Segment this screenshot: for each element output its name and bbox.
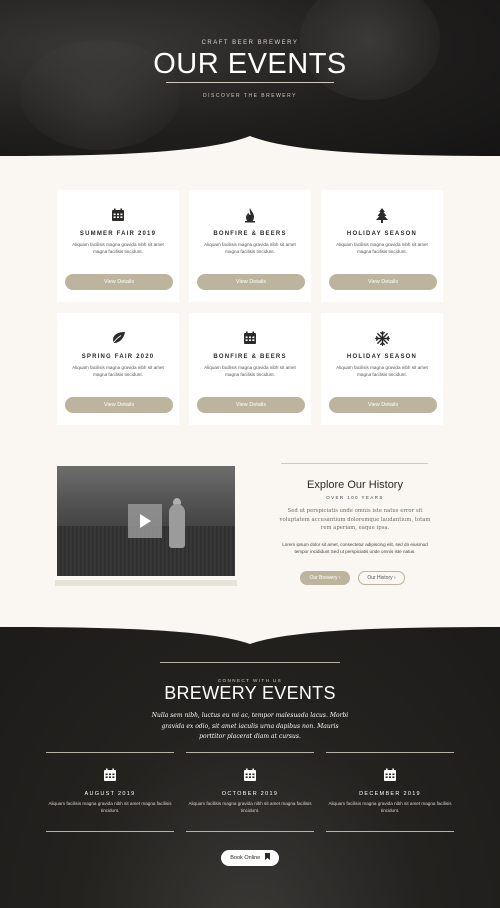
event-description: Aliquam facilisis magna gravida nibh sit… <box>336 365 428 377</box>
column-divider <box>326 752 454 753</box>
calendar-icon <box>46 768 174 784</box>
event-card: SUMMER FAIR 2019 Aliquam facilisis magna… <box>57 190 179 302</box>
calendar-icon <box>326 768 454 784</box>
event-description: Aliquam facilisis magna gravida nibh sit… <box>336 242 428 254</box>
history-subtitle: OVER 100 YEARS <box>326 495 384 500</box>
video-shadow <box>55 580 237 586</box>
event-card: SPRING FAIR 2020 Aliquam facilisis magna… <box>57 313 179 425</box>
event-title: HOLIDAY SEASON <box>346 231 418 237</box>
view-details-button[interactable]: View Details <box>65 274 173 290</box>
calendar-icon <box>189 331 311 347</box>
footer-quote: Nulla sem nibh, luctus eu mi ac, tempor … <box>151 712 349 740</box>
play-button[interactable] <box>128 504 162 538</box>
event-card: HOLIDAY SEASON Aliquam facilisis magna g… <box>321 190 443 302</box>
snowflake-icon <box>321 331 443 347</box>
event-card: BONFIRE & BEERS Aliquam facilisis magna … <box>189 313 311 425</box>
history-text: Lorem ipsum dolor sit amet, consectetur … <box>282 542 428 554</box>
our-history-label: Our History <box>367 575 393 581</box>
view-details-button[interactable]: View Details <box>197 397 305 413</box>
event-date: AUGUST 2019 <box>84 791 136 797</box>
hero-divider <box>166 82 334 83</box>
event-date: DECEMBER 2019 <box>359 791 421 797</box>
footer-divider <box>160 662 340 663</box>
chevron-right-icon: › <box>338 575 341 581</box>
fire-icon <box>189 208 311 224</box>
video-person <box>169 504 185 548</box>
history-divider <box>281 463 428 464</box>
view-details-button[interactable]: View Details <box>329 397 437 413</box>
event-description: Aliquam facilisis magna gravida nibh sit… <box>48 801 172 813</box>
play-icon <box>140 514 151 528</box>
our-brewery-button[interactable]: Our Brewery › <box>300 571 350 585</box>
event-card: HOLIDAY SEASON Aliquam facilisis magna g… <box>321 313 443 425</box>
hero-curve-divider <box>0 136 500 160</box>
column-divider <box>46 752 174 753</box>
event-card: BONFIRE & BEERS Aliquam facilisis magna … <box>189 190 311 302</box>
footer-title: BREWERY EVENTS <box>164 683 336 703</box>
bookmark-icon <box>264 853 270 860</box>
column-divider <box>326 831 454 832</box>
event-title: HOLIDAY SEASON <box>346 354 418 360</box>
column-divider <box>46 831 174 832</box>
view-details-button[interactable]: View Details <box>65 397 173 413</box>
leaf-icon <box>57 331 179 347</box>
event-description: Aliquam facilisis magna gravida nibh sit… <box>204 242 296 254</box>
hero-section: CRAFT BEER BREWERY OUR EVENTS DISCOVER T… <box>0 0 500 160</box>
footer-curve-divider <box>0 622 500 644</box>
history-video[interactable] <box>57 466 235 576</box>
history-quote: Sed ut perspiciatis unde omnis iste natu… <box>279 508 431 531</box>
event-description: Aliquam facilisis magna gravida nibh sit… <box>328 801 452 813</box>
column-divider <box>186 752 314 753</box>
our-history-button[interactable]: Our History › <box>358 571 405 585</box>
tree-icon <box>321 208 443 224</box>
hero-tagline: DISCOVER THE BREWERY <box>203 93 297 99</box>
event-description: Aliquam facilisis magna gravida nibh sit… <box>204 365 296 377</box>
event-description: Aliquam facilisis magna gravida nibh sit… <box>72 365 164 377</box>
footer-event-column: OCTOBER 2019 Aliquam facilisis magna gra… <box>186 768 314 814</box>
event-description: Aliquam facilisis magna gravida nibh sit… <box>72 242 164 254</box>
calendar-icon <box>186 768 314 784</box>
hero-eyebrow: CRAFT BEER BREWERY <box>201 40 299 46</box>
event-description: Aliquam facilisis magna gravida nibh sit… <box>188 801 312 813</box>
page-title: OUR EVENTS <box>153 48 347 80</box>
our-brewery-label: Our Brewery <box>309 575 338 581</box>
event-title: BONFIRE & BEERS <box>213 354 287 360</box>
view-details-button[interactable]: View Details <box>197 274 305 290</box>
event-title: SUMMER FAIR 2019 <box>79 231 157 237</box>
footer-event-column: AUGUST 2019 Aliquam facilisis magna grav… <box>46 768 174 814</box>
view-details-button[interactable]: View Details <box>329 274 437 290</box>
footer-event-column: DECEMBER 2019 Aliquam facilisis magna gr… <box>326 768 454 814</box>
chevron-right-icon: › <box>394 575 396 581</box>
book-online-label: Book Online <box>230 855 261 861</box>
event-title: SPRING FAIR 2020 <box>81 354 155 360</box>
calendar-icon <box>57 208 179 224</box>
event-date: OCTOBER 2019 <box>221 791 279 797</box>
event-title: BONFIRE & BEERS <box>213 231 287 237</box>
history-title: Explore Our History <box>307 479 403 491</box>
book-online-button[interactable]: Book Online <box>221 850 279 866</box>
column-divider <box>186 831 314 832</box>
